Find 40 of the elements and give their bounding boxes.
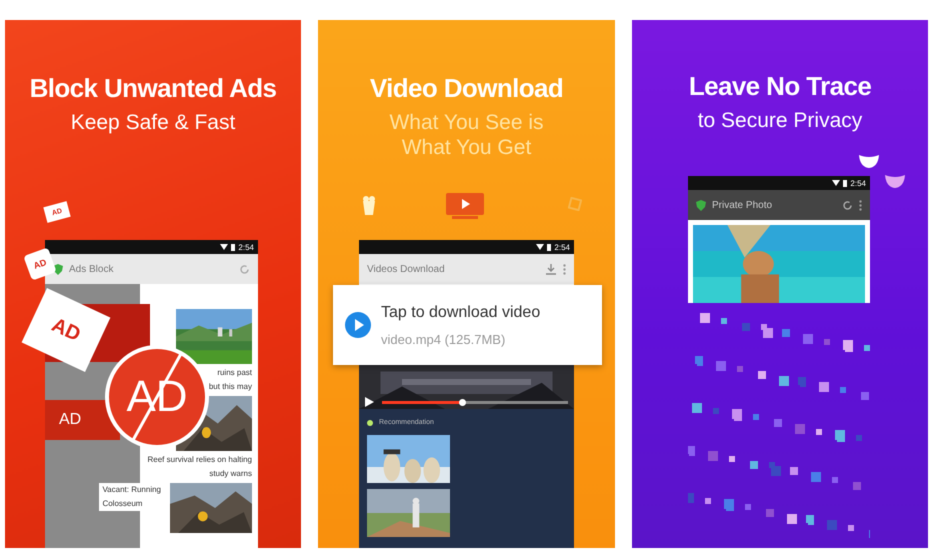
panel-subtitle: What You Get — [402, 135, 532, 160]
battery-icon — [843, 180, 848, 186]
panel-title: Video Download — [370, 73, 564, 104]
refresh-icon[interactable] — [239, 264, 250, 274]
article-title[interactable]: ruins past — [217, 368, 252, 378]
popcorn-icon — [362, 195, 376, 215]
mask-icon — [884, 173, 906, 189]
app-title: Private Photo — [712, 200, 774, 210]
article-title[interactable]: study warns — [209, 469, 252, 479]
app-title: Ads Block — [69, 264, 114, 274]
status-time: 2:54 — [850, 178, 866, 188]
panel-subtitle: to Secure Privacy — [698, 108, 862, 133]
play-icon[interactable] — [365, 397, 374, 407]
wifi-icon — [536, 244, 544, 250]
article-title[interactable]: but this may — [208, 382, 252, 392]
panel-title: Leave No Trace — [688, 71, 872, 102]
refresh-icon[interactable] — [842, 200, 853, 210]
video-icon — [446, 193, 484, 219]
file-name: video.mp4 (125.7MB) — [381, 332, 506, 346]
panel-subtitle: Keep Safe & Fast — [70, 110, 236, 135]
ad-label: AD — [59, 411, 82, 429]
more-icon[interactable] — [563, 264, 566, 274]
battery-icon — [547, 244, 552, 250]
article-title[interactable]: Colosseum — [102, 499, 142, 509]
app-title: Videos Download — [367, 264, 446, 274]
shield-icon — [696, 200, 706, 210]
battery-icon — [231, 244, 236, 250]
status-dot — [367, 420, 373, 426]
more-icon[interactable] — [859, 200, 862, 210]
download-icon[interactable] — [545, 263, 557, 275]
panel-subtitle: What You See is — [389, 110, 544, 135]
article-title[interactable]: Vacant: Running — [102, 485, 161, 495]
popup-title[interactable]: Tap to download video — [381, 304, 540, 322]
mask-icon — [858, 153, 880, 169]
status-time: 2:54 — [238, 242, 254, 252]
status-time: 2:54 — [554, 242, 570, 252]
wifi-icon — [832, 180, 840, 186]
panel-title: Block Unwanted Ads — [30, 73, 276, 104]
wifi-icon — [220, 244, 228, 250]
article-title[interactable]: Reef survival relies on halting — [148, 455, 252, 465]
